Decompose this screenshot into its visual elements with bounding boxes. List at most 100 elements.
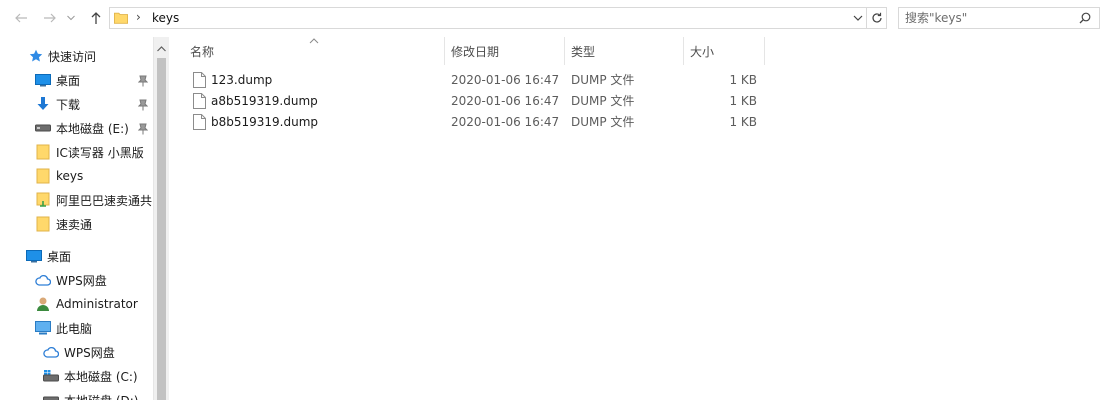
file-name: 123.dump <box>211 73 273 87</box>
scrollbar-thumb[interactable] <box>157 58 166 400</box>
sidebar-item-wps-cloud-pc[interactable]: WPS网盘 <box>42 341 115 363</box>
sidebar-item-label: 阿里巴巴速卖通共 <box>56 193 153 208</box>
forward-arrow-icon <box>44 13 56 23</box>
search-input[interactable] <box>905 10 1075 26</box>
sidebar-item-label: keys <box>56 169 84 183</box>
sort-ascending-icon <box>309 34 319 48</box>
forward-button[interactable] <box>40 8 60 28</box>
file-type: DUMP 文件 <box>571 94 635 108</box>
sidebar-item-downloads[interactable]: 下载 <box>34 93 80 115</box>
chevron-down-icon <box>67 15 75 21</box>
chevron-down-icon <box>853 15 863 21</box>
file-modified: 2020-01-06 16:47 <box>451 73 560 87</box>
sidebar-item-label: IC读写器 小黑版 <box>56 145 144 160</box>
recent-locations-button[interactable] <box>64 8 78 28</box>
file-icon <box>193 72 206 91</box>
file-name: a8b519319.dump <box>211 94 318 108</box>
sidebar-scrollbar[interactable] <box>153 37 169 400</box>
address-dropdown-button[interactable] <box>852 12 864 27</box>
star-icon <box>27 47 45 65</box>
table-row[interactable]: 123.dump 2020-01-06 16:47 DUMP 文件 1 KB <box>169 70 769 91</box>
column-divider[interactable] <box>764 37 765 65</box>
sidebar-item-label: WPS网盘 <box>64 345 115 360</box>
pin-icon[interactable] <box>137 99 149 111</box>
user-icon <box>34 295 52 313</box>
file-size: 1 KB <box>729 94 757 108</box>
file-size: 1 KB <box>729 73 757 87</box>
sidebar-item-wps-cloud[interactable]: WPS网盘 <box>34 269 107 291</box>
sidebar-item-label: 速卖通 <box>56 217 93 232</box>
column-header-size[interactable]: 大小 <box>690 37 764 65</box>
file-name: b8b519319.dump <box>211 115 319 129</box>
up-button[interactable] <box>86 8 106 28</box>
file-list: 名称 修改日期 类型 大小 123.dump 2020-01-06 16:47 … <box>169 37 1109 400</box>
pin-icon[interactable] <box>137 123 149 135</box>
sidebar-item-label: 桌面 <box>56 73 81 88</box>
sidebar-item-keys[interactable]: keys <box>34 165 83 187</box>
breadcrumb-keys[interactable]: keys <box>152 11 179 25</box>
sidebar-item-label: 本地磁盘 (D:) <box>64 392 138 400</box>
column-divider[interactable] <box>564 37 565 65</box>
up-arrow-icon <box>91 12 101 24</box>
back-arrow-icon <box>15 13 27 23</box>
sidebar-item-desktop[interactable]: 桌面 <box>25 245 71 267</box>
sidebar-item-label: 此电脑 <box>56 321 93 336</box>
file-modified: 2020-01-06 16:47 <box>451 94 560 108</box>
sidebar-item-this-pc[interactable]: 此电脑 <box>34 317 92 339</box>
download-icon <box>34 95 52 113</box>
column-header-label: 类型 <box>571 44 596 59</box>
search-box[interactable] <box>898 7 1100 29</box>
scroll-up-arrow-icon[interactable] <box>157 41 166 55</box>
sidebar-item-ic-reader[interactable]: IC读写器 小黑版 <box>34 141 144 163</box>
windows-drive-icon <box>42 367 60 385</box>
navigation-pane: 快速访问 桌面 下载 本地磁盘 (E:) IC读写器 小黑版 keys 阿里巴巴… <box>0 37 153 400</box>
sidebar-item-drive-e[interactable]: 本地磁盘 (E:) <box>34 117 129 139</box>
column-header-modified[interactable]: 修改日期 <box>451 37 563 65</box>
back-button[interactable] <box>11 8 31 28</box>
sidebar-item-desktop-pinned[interactable]: 桌面 <box>34 69 80 91</box>
file-type: DUMP 文件 <box>571 73 635 87</box>
column-header-type[interactable]: 类型 <box>571 37 683 65</box>
folder-icon <box>34 215 52 233</box>
sidebar-item-drive-d[interactable]: 本地磁盘 (D:) <box>42 389 138 400</box>
sidebar-item-aliexpress[interactable]: 速卖通 <box>34 213 92 235</box>
sidebar-item-label: 快速访问 <box>48 49 97 64</box>
drive-icon <box>42 391 60 400</box>
column-divider[interactable] <box>683 37 684 65</box>
column-divider[interactable] <box>444 37 445 65</box>
sidebar-item-quick-access[interactable]: 快速访问 <box>27 45 96 67</box>
sidebar-item-label: 桌面 <box>47 249 72 264</box>
sidebar-item-label: WPS网盘 <box>56 273 107 288</box>
sidebar-item-label: Administrator <box>56 297 138 311</box>
shared-folder-icon <box>34 191 52 209</box>
drive-icon <box>34 119 52 137</box>
refresh-button[interactable] <box>867 7 887 29</box>
folder-icon <box>114 11 128 28</box>
column-header-label: 名称 <box>190 44 215 59</box>
sidebar-item-drive-c[interactable]: 本地磁盘 (C:) <box>42 365 138 387</box>
sidebar-item-administrator[interactable]: Administrator <box>34 293 138 315</box>
column-header-label: 修改日期 <box>451 44 500 59</box>
column-header-label: 大小 <box>690 44 715 59</box>
address-bar[interactable]: › keys <box>109 7 867 29</box>
sidebar-item-label: 本地磁盘 (E:) <box>56 121 129 136</box>
address-toolbar: › keys <box>0 0 1109 37</box>
pin-icon[interactable] <box>137 75 149 87</box>
cloud-icon <box>34 271 52 289</box>
sidebar-item-label: 本地磁盘 (C:) <box>64 369 138 384</box>
file-icon <box>193 114 206 133</box>
file-modified: 2020-01-06 16:47 <box>451 115 560 129</box>
file-type: DUMP 文件 <box>571 115 635 129</box>
folder-icon <box>34 143 52 161</box>
file-size: 1 KB <box>729 115 757 129</box>
file-icon <box>193 93 206 112</box>
table-row[interactable]: a8b519319.dump 2020-01-06 16:47 DUMP 文件 … <box>169 91 769 112</box>
table-row[interactable]: b8b519319.dump 2020-01-06 16:47 DUMP 文件 … <box>169 112 769 133</box>
computer-icon <box>34 319 52 337</box>
search-icon[interactable] <box>1079 12 1091 27</box>
refresh-icon <box>871 12 882 23</box>
sidebar-item-aliexpress-shared[interactable]: 阿里巴巴速卖通共 <box>34 189 152 211</box>
desktop-icon <box>25 247 43 265</box>
folder-icon <box>34 167 52 185</box>
breadcrumb-separator: › <box>136 10 141 24</box>
